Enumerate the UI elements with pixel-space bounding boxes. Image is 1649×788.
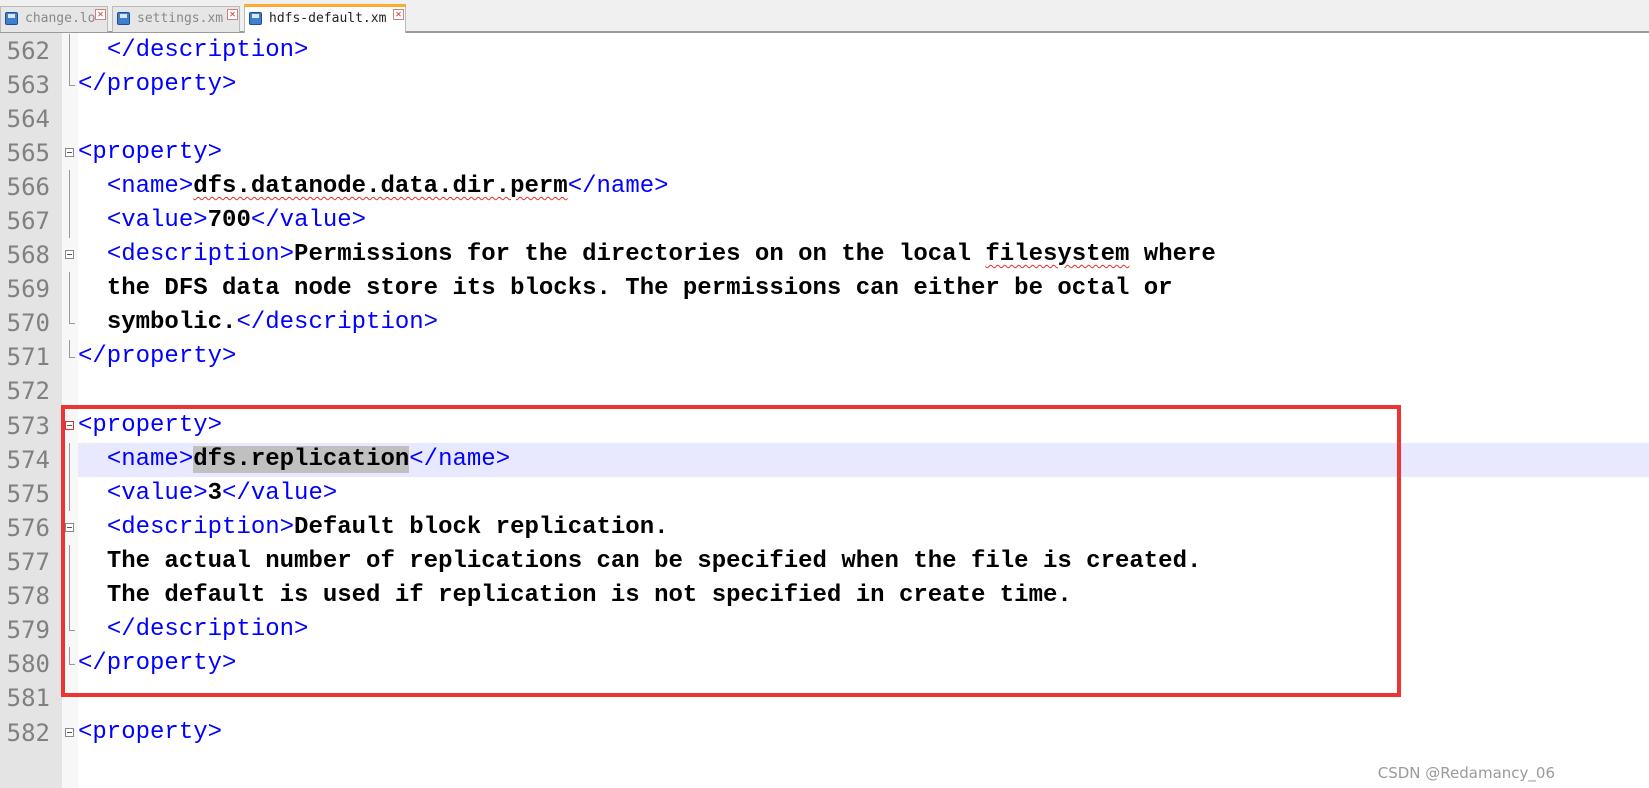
code-line: 569 the DFS data node store its blocks. … bbox=[0, 272, 1649, 306]
line-number: 580 bbox=[6, 650, 50, 678]
line-number: 569 bbox=[6, 275, 50, 303]
line-number: 576 bbox=[6, 514, 50, 542]
code-text: the DFS data node store its blocks. The … bbox=[106, 275, 1173, 302]
tab-label: hdfs-default.xm bbox=[269, 11, 387, 26]
line-number: 566 bbox=[6, 173, 50, 201]
line-number: 564 bbox=[6, 105, 50, 133]
code-line: 582 <property> bbox=[0, 716, 1649, 750]
code-text: <property> bbox=[78, 719, 223, 746]
code-line: 567 <value>700</value> bbox=[0, 204, 1649, 238]
fold-line bbox=[64, 272, 76, 306]
fold-line bbox=[64, 170, 76, 204]
code-line: 568 <description>Permissions for the dir… bbox=[0, 238, 1649, 272]
tab-settings-xml[interactable]: settings.xm ✕ bbox=[112, 6, 240, 32]
close-icon[interactable]: ✕ bbox=[95, 9, 106, 20]
code-text: </property> bbox=[78, 71, 237, 98]
file-icon bbox=[249, 12, 262, 25]
fold-end bbox=[64, 306, 76, 340]
code-line: 570 symbolic.</description> bbox=[0, 306, 1649, 340]
code-line: 562 </description> bbox=[0, 34, 1649, 68]
line-number: 571 bbox=[6, 343, 50, 371]
code-line: 563 </property> bbox=[0, 68, 1649, 102]
code-line: 572 bbox=[0, 374, 1649, 408]
line-number: 581 bbox=[6, 684, 50, 712]
tab-hdfs-default-xml[interactable]: hdfs-default.xm ✕ bbox=[244, 4, 406, 33]
fold-toggle-icon[interactable] bbox=[64, 716, 76, 750]
line-number: 570 bbox=[6, 309, 50, 337]
line-number: 563 bbox=[6, 71, 50, 99]
tab-label: settings.xm bbox=[137, 11, 224, 26]
line-number: 574 bbox=[6, 446, 50, 474]
line-number: 568 bbox=[6, 241, 50, 269]
file-icon bbox=[117, 12, 130, 25]
code-text: <value>700</value> bbox=[106, 207, 367, 234]
fold-line bbox=[64, 34, 76, 68]
line-number: 565 bbox=[6, 139, 50, 167]
line-number: 577 bbox=[6, 548, 50, 576]
code-text: <name>dfs.datanode.data.dir.perm</name> bbox=[106, 173, 669, 200]
fold-end bbox=[64, 68, 76, 102]
fold-toggle-icon[interactable] bbox=[64, 136, 76, 170]
line-number: 579 bbox=[6, 616, 50, 644]
code-editor[interactable]: 562 </description> 563 </property> 564 5… bbox=[0, 33, 1649, 788]
code-line: 566 <name>dfs.datanode.data.dir.perm</na… bbox=[0, 170, 1649, 204]
line-number: 567 bbox=[6, 207, 50, 235]
code-text: <description>Permissions for the directo… bbox=[106, 241, 1216, 268]
tab-bar: change.lo ✕ settings.xm ✕ hdfs-default.x… bbox=[0, 0, 1649, 33]
code-line: 571 </property> bbox=[0, 340, 1649, 374]
code-line: 565 <property> bbox=[0, 136, 1649, 170]
tab-label: change.lo bbox=[25, 11, 96, 26]
code-text: </description> bbox=[106, 37, 309, 64]
file-icon bbox=[5, 12, 18, 25]
fold-line bbox=[64, 204, 76, 238]
watermark: CSDN @Redamancy_06 bbox=[1377, 764, 1555, 782]
fold-toggle-icon[interactable] bbox=[64, 238, 76, 272]
line-number: 572 bbox=[6, 377, 50, 405]
line-number: 578 bbox=[6, 582, 50, 610]
line-number: 573 bbox=[6, 412, 50, 440]
close-icon[interactable]: ✕ bbox=[227, 9, 238, 20]
annotation-highlight-box bbox=[61, 405, 1401, 697]
fold-end bbox=[64, 340, 76, 374]
code-line: 564 bbox=[0, 102, 1649, 136]
close-icon[interactable]: ✕ bbox=[393, 9, 404, 20]
line-number: 562 bbox=[6, 37, 50, 65]
line-number: 582 bbox=[6, 719, 50, 747]
code-text: </property> bbox=[78, 343, 237, 370]
code-text: symbolic.</description> bbox=[106, 309, 439, 336]
line-number: 575 bbox=[6, 480, 50, 508]
code-text: <property> bbox=[78, 139, 223, 166]
tab-change-log[interactable]: change.lo ✕ bbox=[0, 6, 108, 32]
